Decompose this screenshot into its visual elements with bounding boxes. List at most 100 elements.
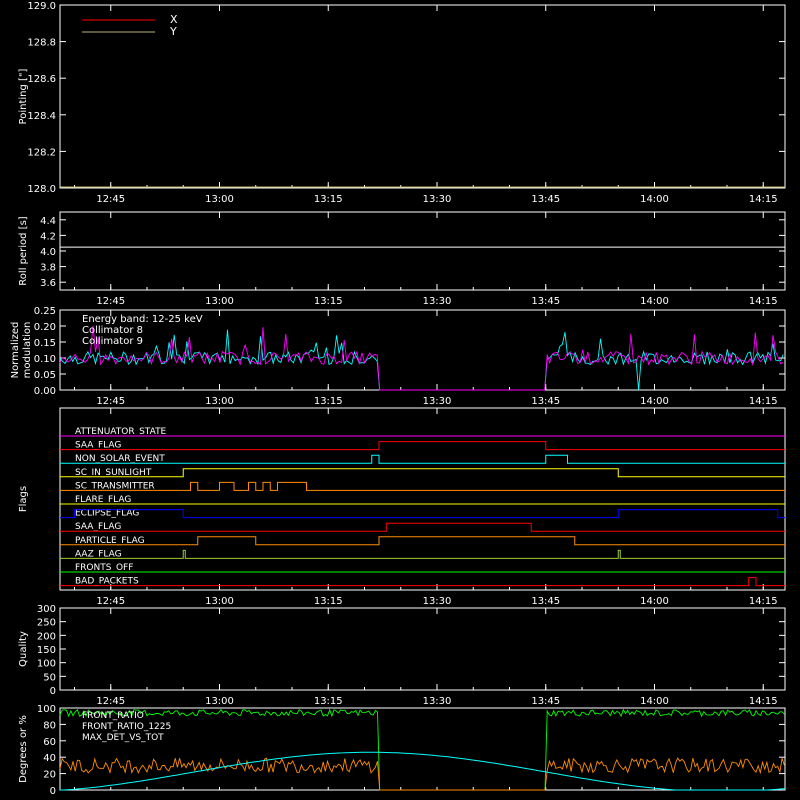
x-tick-label: 12:45 (96, 296, 125, 307)
y-tick-label: 128.8 (27, 38, 56, 49)
y-tick-label: 250 (37, 618, 56, 629)
x-tick-label: 13:00 (205, 396, 234, 407)
y-tick-label: 3.6 (40, 278, 56, 289)
y-tick-label: 0 (50, 686, 56, 697)
y-tick-label: 300 (37, 604, 56, 615)
y-tick-label: 100 (37, 704, 56, 715)
y-tick-label: 150 (37, 645, 56, 656)
y-tick-label: 4.0 (40, 247, 56, 258)
panel-frame (59, 707, 786, 791)
x-tick-label: 13:15 (314, 396, 343, 407)
x-tick-label: 13:15 (314, 296, 343, 307)
x-tick-label: 13:30 (423, 696, 452, 707)
flag-trace (60, 536, 785, 546)
y-tick-label: 0 (50, 786, 56, 797)
x-tick-label: 14:15 (749, 696, 778, 707)
panel-frame (59, 407, 786, 591)
x-tick-label: 13:45 (531, 696, 560, 707)
legend-label: MAX_DET_VS_TOT (82, 733, 164, 743)
y-tick-label: 4.4 (40, 216, 56, 227)
y-tick-label: 0.10 (34, 354, 56, 365)
legend-label: Collimator 8 (82, 325, 143, 336)
energy-band-annotation: Energy band: 12-25 keV (82, 314, 203, 325)
flag-trace (60, 468, 785, 478)
panel-frame (59, 607, 786, 691)
y-tick-label: 40 (43, 753, 56, 764)
panel-frame (59, 211, 786, 291)
flag-trace (60, 441, 785, 451)
x-tick-label: 14:15 (749, 194, 778, 205)
y-tick-label: 128.2 (27, 147, 56, 158)
panel-3: 12:45 13:00 13:15 13:30 13:45 14:00 14:15 Flags… (18, 407, 786, 607)
y-axis-label: Flags (18, 486, 29, 512)
y-tick-label: 0.15 (34, 338, 56, 349)
x-tick-label: 12:45 (96, 596, 125, 607)
y-tick-label: 0.00 (34, 386, 56, 397)
y-tick-label: 129.0 (27, 1, 56, 12)
x-tick-label: 14:00 (640, 596, 669, 607)
flag-trace (60, 509, 785, 519)
y-tick-label: 0.25 (34, 306, 56, 317)
y-tick-label: 0.20 (34, 322, 56, 333)
x-tick-label: 13:30 (423, 396, 452, 407)
x-tick-label: 13:00 (205, 596, 234, 607)
y-tick-label: 4.2 (40, 231, 56, 242)
legend-label: FRONT_RATIO (82, 711, 144, 721)
panel-1: 12:45 13:00 13:15 13:30 13:45 14:00 14:15 3.6 3.… (18, 211, 786, 307)
y-axis-label: Degrees or % (18, 715, 29, 783)
panel-0: 12:45 13:00 13:15 13:30 13:45 14:00 14:15 128.0… (18, 1, 786, 205)
x-tick-label: 13:30 (423, 596, 452, 607)
y-axis-label: Pointing ["] (18, 68, 29, 124)
legend-label: FRONT_RATIO_1225 (82, 722, 171, 732)
y-axis-label: Quality (18, 631, 29, 667)
y-tick-label: 60 (43, 737, 56, 748)
x-tick-label: 13:00 (205, 696, 234, 707)
x-tick-label: 12:45 (96, 696, 125, 707)
y-tick-label: 80 (43, 720, 56, 731)
x-tick-label: 13:45 (531, 396, 560, 407)
x-tick-label: 12:45 (96, 396, 125, 407)
x-tick-label: 13:30 (423, 296, 452, 307)
x-tick-label: 13:30 (423, 194, 452, 205)
y-axis-label: modulation (22, 322, 33, 379)
x-tick-label: 13:45 (531, 596, 560, 607)
x-tick-label: 12:45 (96, 194, 125, 205)
flag-trace (60, 522, 785, 532)
x-tick-label: 14:00 (640, 396, 669, 407)
panel-2: 12:45 13:00 13:15 13:30 13:45 14:00 14:15 0.00 0… (10, 306, 786, 407)
y-axis-label: Normalized (10, 322, 21, 379)
x-tick-label: 13:45 (531, 296, 560, 307)
panel-5: 0 20 40 60 80 100 Degrees or % FRONT_RATIOFRONT… (18, 704, 786, 797)
modulation-series (59, 329, 784, 391)
x-tick-label: 14:15 (749, 396, 778, 407)
modulation-series (59, 325, 784, 391)
y-axis-label: Roll period [s] (18, 216, 29, 285)
legend-label: Collimator 9 (82, 336, 143, 347)
panel-frame (59, 4, 786, 189)
flag-trace (60, 454, 785, 464)
y-tick-label: 128.0 (27, 184, 56, 195)
x-tick-label: 14:15 (749, 296, 778, 307)
flag-trace (60, 481, 785, 491)
panel-4: 12:45 13:00 13:15 13:30 13:45 14:00 14:15 0 50 10… (18, 604, 786, 707)
x-tick-label: 14:00 (640, 696, 669, 707)
x-tick-label: 13:00 (205, 194, 234, 205)
y-tick-label: 50 (43, 672, 56, 683)
x-tick-label: 13:15 (314, 696, 343, 707)
flag-trace (60, 577, 785, 587)
y-tick-label: 100 (37, 659, 56, 670)
rhessi-quicklook-figure: 12:45 13:00 13:15 13:30 13:45 14:00 14:15 128.0… (10, 1, 786, 797)
x-tick-label: 13:00 (205, 296, 234, 307)
x-tick-label: 14:00 (640, 194, 669, 205)
y-tick-label: 200 (37, 631, 56, 642)
x-tick-label: 14:00 (640, 296, 669, 307)
y-tick-label: 128.4 (27, 111, 56, 122)
x-tick-label: 14:15 (749, 596, 778, 607)
x-tick-label: 13:15 (314, 596, 343, 607)
y-tick-label: 20 (43, 770, 56, 781)
y-tick-label: 0.05 (34, 370, 56, 381)
x-tick-label: 13:15 (314, 194, 343, 205)
y-tick-label: 128.6 (27, 74, 56, 85)
x-tick-label: 13:45 (531, 194, 560, 205)
max-det-series (59, 757, 785, 791)
